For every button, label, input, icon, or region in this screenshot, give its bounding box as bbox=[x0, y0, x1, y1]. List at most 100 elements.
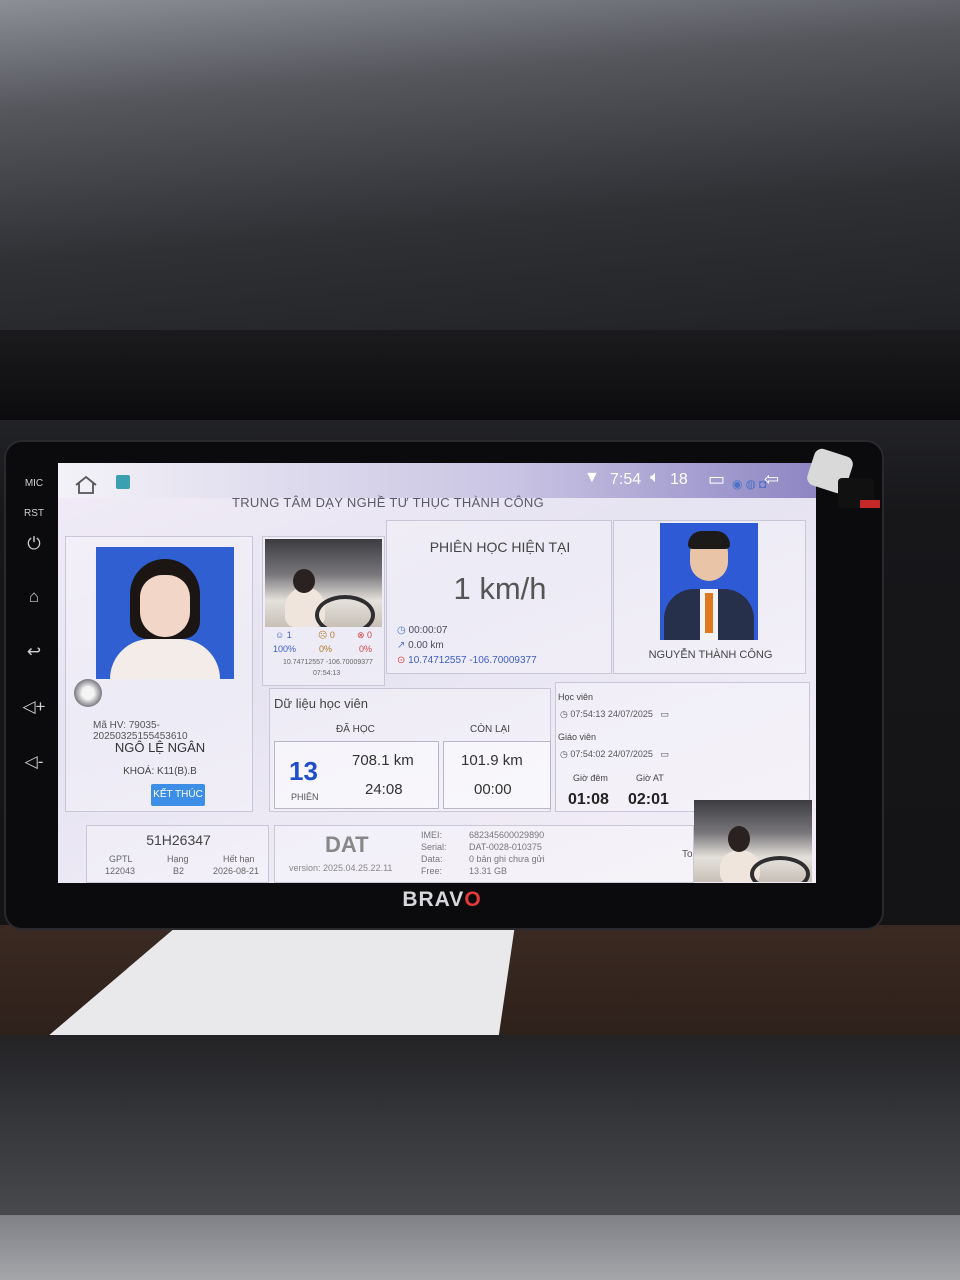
safety-hours-label: Giờ AT bbox=[636, 773, 664, 783]
camera-time: 07:54:13 bbox=[313, 670, 341, 677]
app-icon[interactable] bbox=[116, 475, 130, 489]
remaining-time: 00:00 bbox=[474, 781, 512, 798]
device-panel: DAT version: 2025.04.25.22.11 IMEI: 6823… bbox=[274, 825, 694, 883]
vehicle-panel: 51H26347 GPTL 122043 Hạng B2 Hết hạn 202… bbox=[86, 825, 269, 883]
student-photo bbox=[96, 547, 234, 679]
globe-icon: ◍ bbox=[745, 477, 759, 491]
night-hours-value: 01:08 bbox=[568, 791, 609, 808]
student-data-panel: Dữ liệu học viên ĐÃ HỌC CÒN LẠI 13 PHIÊN… bbox=[269, 688, 551, 812]
page-title: TRUNG TÂM DẠY NGHỀ TƯ THỤC THÀNH CÔNG bbox=[231, 495, 545, 510]
free-label: Free: bbox=[421, 866, 443, 876]
session-count-label: PHIÊN bbox=[291, 792, 319, 802]
student-login-label: Học viên bbox=[558, 692, 594, 702]
student-name: NGÔ LỆ NGÂN bbox=[114, 740, 206, 755]
bravo-logo: BRAVO bbox=[387, 888, 497, 918]
gptl-label: GPTL bbox=[109, 854, 133, 864]
camera2-feed bbox=[694, 800, 812, 882]
student-course: KHOÁ: K11(B).B bbox=[123, 766, 197, 777]
student-login-time-value: 07:54:13 24/07/2025 bbox=[570, 709, 653, 719]
session-duration-value: 00:00:07 bbox=[408, 625, 448, 636]
back-button-icon[interactable]: ↩ bbox=[14, 640, 54, 664]
teacher-login-time-value: 07:54:02 24/07/2025 bbox=[570, 749, 653, 759]
remaining-distance: 101.9 km bbox=[461, 752, 523, 769]
device-name: DAT bbox=[325, 832, 369, 857]
student-login-time: ◷ 07:54:13 24/07/2025 ▭ bbox=[560, 709, 669, 719]
night-hours-label: Giờ đêm bbox=[573, 773, 608, 783]
session-title: PHIÊN HỌC HIỆN TẠI bbox=[429, 539, 571, 555]
reset-button[interactable]: RST bbox=[14, 502, 54, 526]
usb-adapter bbox=[807, 448, 880, 508]
stat-ok-icon: ☺ 1 bbox=[275, 630, 292, 640]
logo-text: BRA bbox=[402, 888, 450, 911]
teacher-login-label: Giáo viên bbox=[558, 732, 597, 742]
login-times-panel: Học viên ◷ 07:54:13 24/07/2025 ▭ Giáo vi… bbox=[555, 682, 810, 812]
class-value: B2 bbox=[173, 866, 185, 876]
wifi-icon: ▼ bbox=[584, 469, 600, 486]
stat-ok-count: 1 bbox=[286, 630, 292, 640]
session-gps-value: 10.74712557 -106.70009377 bbox=[408, 655, 537, 666]
session-count: 13 bbox=[289, 756, 318, 786]
student-data-title: Dữ liệu học viên bbox=[274, 696, 368, 711]
safety-hours-value: 02:01 bbox=[628, 791, 669, 808]
capture-button[interactable] bbox=[74, 679, 102, 707]
completed-distance: 708.1 km bbox=[352, 752, 414, 769]
speed-display: 1 km/h bbox=[453, 571, 547, 606]
data-label: Data: bbox=[421, 854, 443, 864]
status-bar: ▼ 7:54 🔈︎ 18 ▭ ⇦ bbox=[58, 463, 816, 498]
camera-icon: ◘ bbox=[758, 477, 770, 491]
volume-up-icon[interactable]: ◁+ bbox=[14, 695, 54, 719]
device-version: version: 2025.04.25.22.11 bbox=[289, 863, 393, 873]
session-distance-value: 0.00 km bbox=[408, 640, 444, 651]
dashboard-trim bbox=[0, 1215, 960, 1280]
gptl-value: 122043 bbox=[105, 866, 136, 876]
teacher-name: NGUYỄN THÀNH CÔNG bbox=[648, 649, 773, 661]
sun-visor bbox=[0, 0, 960, 360]
completed-label: ĐÃ HỌC bbox=[336, 724, 375, 735]
free-value: 13.31 GB bbox=[469, 866, 508, 876]
teacher-photo bbox=[660, 523, 758, 640]
expiry-value: 2026-08-21 bbox=[213, 866, 260, 876]
camera-feed bbox=[265, 539, 382, 627]
student-card: Mã HV: 79035-20250325155453610 NGÔ LỆ NG… bbox=[65, 536, 253, 812]
route-icon: ↗ bbox=[397, 640, 406, 651]
volume-icon: 🔈︎ bbox=[650, 469, 660, 486]
mic-label: MIC bbox=[24, 478, 44, 489]
serial-value: DAT-0028-010375 bbox=[469, 842, 542, 852]
dashboard-top bbox=[0, 330, 960, 420]
student-id: Mã HV: 79035-20250325155453610 bbox=[93, 720, 188, 742]
license-plate: 51H26347 bbox=[146, 832, 211, 848]
stat-ok-pct: 100% bbox=[273, 644, 297, 654]
clock-icon: ◷ bbox=[397, 625, 406, 636]
imei-value: 682345600029890 bbox=[469, 830, 545, 840]
power-icon[interactable]: ⏻ bbox=[14, 532, 54, 556]
session-panel: PHIÊN HỌC HIỆN TẠI 1 km/h ◷ 00:00:07 ↗ 0… bbox=[386, 520, 612, 674]
gps-icon: ◉ bbox=[732, 477, 746, 491]
stat-warn-pct: 0% bbox=[319, 644, 333, 654]
end-session-button[interactable]: KẾT THÚC bbox=[151, 784, 205, 806]
stat-fail-count: 0 bbox=[367, 630, 373, 640]
logo-text-v: V bbox=[449, 888, 465, 911]
serial-label: Serial: bbox=[421, 842, 447, 852]
home-icon[interactable] bbox=[74, 475, 98, 495]
home-button-icon[interactable]: ⌂ bbox=[14, 585, 54, 609]
imei-label: IMEI: bbox=[421, 830, 443, 840]
stat-fail-icon: ⊗ 0 bbox=[357, 630, 373, 640]
stat-warn-icon: ☹ 0 bbox=[318, 630, 335, 640]
completed-box: 13 PHIÊN 708.1 km 24:08 bbox=[274, 741, 439, 809]
session-gps: ⊙ 10.74712557 -106.70009377 bbox=[397, 655, 537, 666]
stat-fail-pct: 0% bbox=[359, 644, 373, 654]
data-value: 0 bản ghi chưa gửi bbox=[469, 854, 545, 864]
volume-down-icon[interactable]: ◁- bbox=[14, 750, 54, 774]
dat-screen: ▼ 7:54 🔈︎ 18 ▭ ⇦ ◉◍◘ TRUNG TÂM DẠY NGHỀ … bbox=[58, 463, 816, 883]
teacher-card: NGUYỄN THÀNH CÔNG bbox=[613, 520, 806, 674]
recent-apps-icon[interactable]: ▭ bbox=[708, 469, 725, 490]
camera-panel: ☺ 1 100% ☹ 0 0% ⊗ 0 0% 10.74712557 -106.… bbox=[262, 536, 385, 686]
remaining-box: 101.9 km 00:00 bbox=[443, 741, 551, 809]
completed-time: 24:08 bbox=[365, 781, 403, 798]
logo-text-o: O bbox=[464, 888, 482, 911]
session-duration: ◷ 00:00:07 bbox=[397, 625, 447, 636]
camera2-label: To bbox=[682, 849, 693, 860]
volume-level: 18 bbox=[670, 471, 688, 488]
teacher-login-time: ◷ 07:54:02 24/07/2025 ▭ bbox=[560, 749, 669, 759]
class-label: Hạng bbox=[167, 854, 189, 864]
